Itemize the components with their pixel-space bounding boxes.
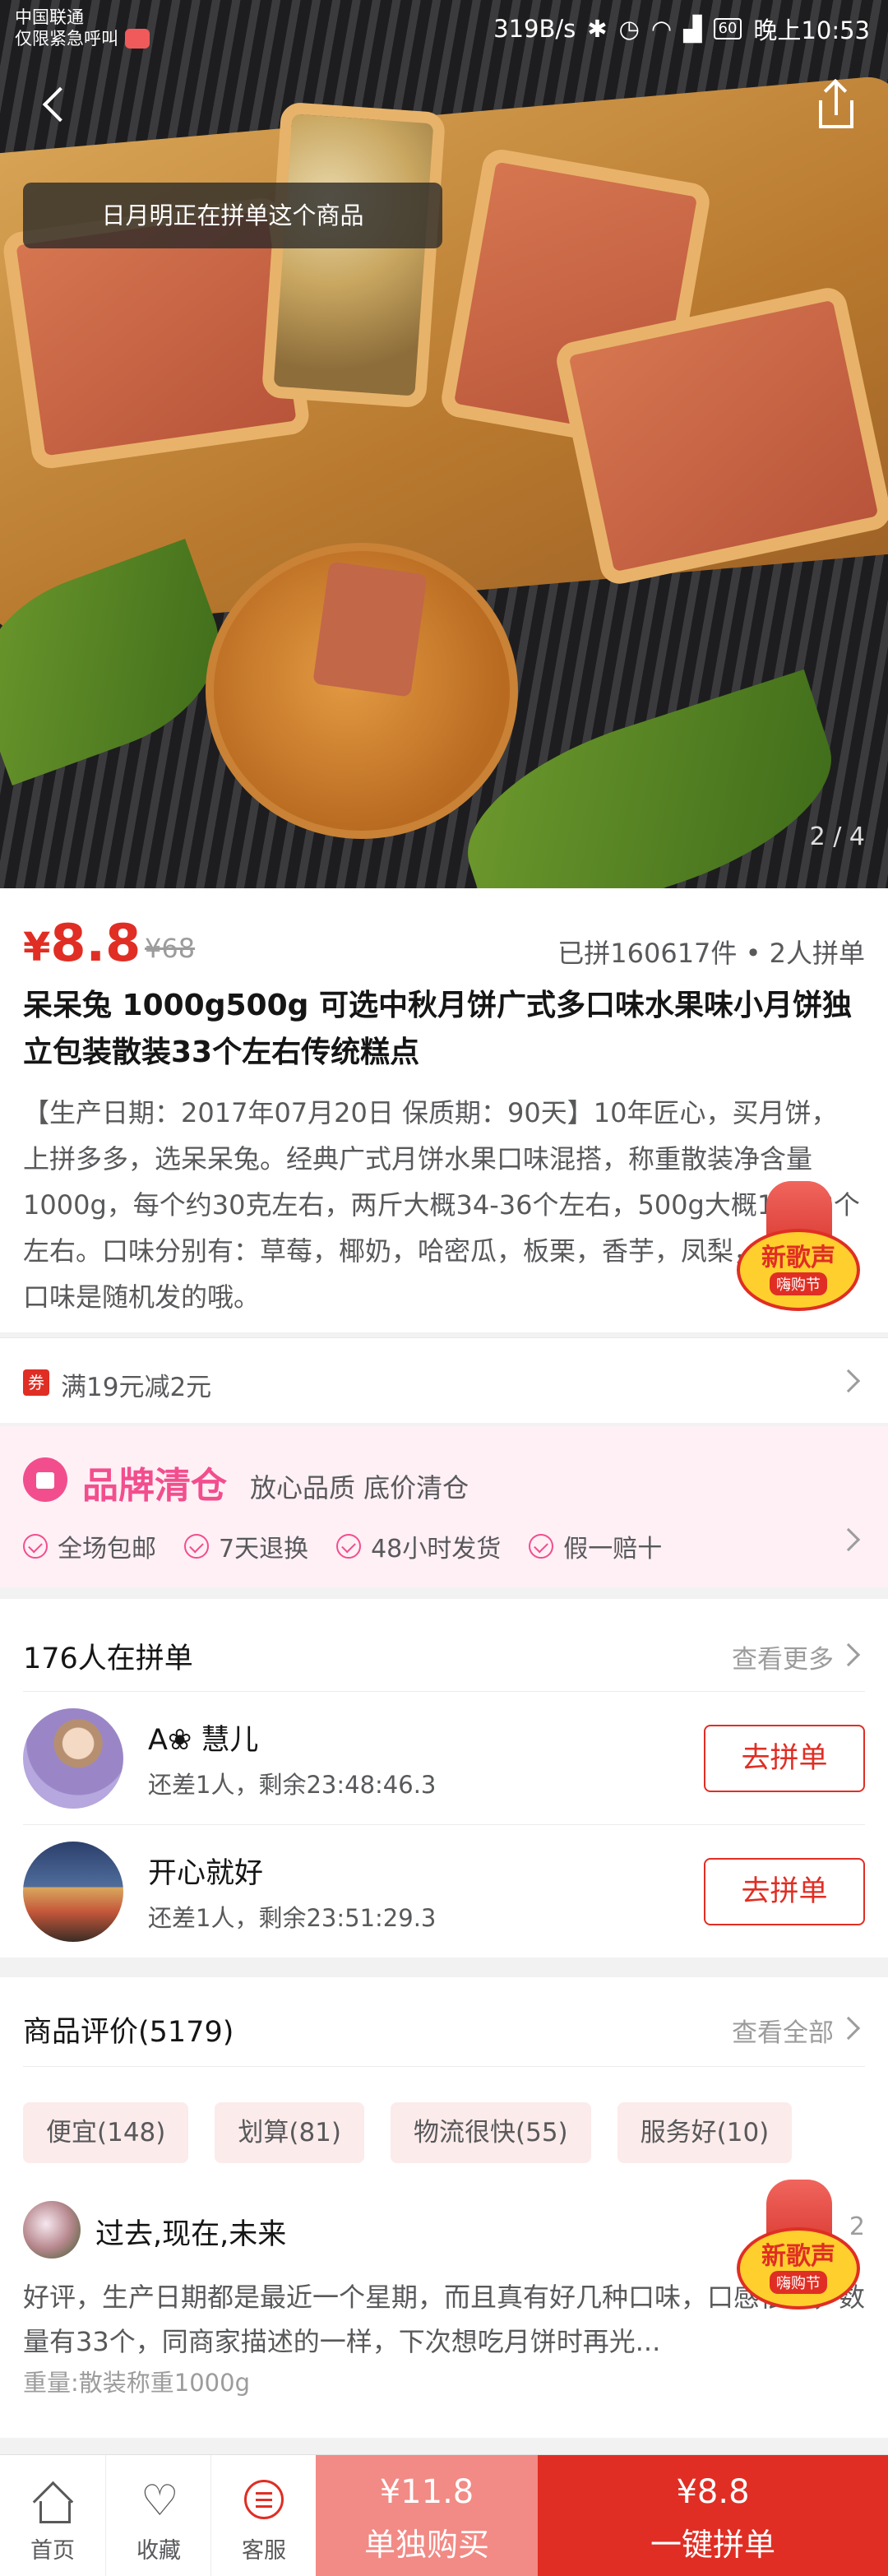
reviews-title: 商品评价(5179) [23,2016,234,2049]
feature-48h-delivery: 48小时发货 [336,1528,501,1564]
bluetooth-icon: ✱ [587,15,608,43]
bottom-action-bar: 首页 ♡ 收藏 客服 ¥11.8 单独购买 ¥8.8 一键拼单 [0,2454,888,2576]
feature-7day-return: 7天退换 [184,1528,308,1564]
carrier-name: 中国联通 [15,7,84,27]
check-circle-icon [23,1534,48,1559]
mooncake-nut-image [261,101,446,409]
group-user-name: A❀ 慧儿 [148,1724,259,1757]
coupon-icon: 券 [23,1369,49,1396]
feature-free-shipping: 全场包邮 [23,1528,156,1564]
avatar [23,1842,123,1942]
promo-float-badge[interactable]: 新歌声 嗨购节 [728,2180,868,2319]
group-row: A❀ 慧儿 还差1人，剩余23:48:46.3 去拼单 [23,1691,865,1824]
chevron-right-icon [836,1527,861,1552]
status-bar: 中国联通 仅限紧急呼叫 319B/s ✱ ◷ ◠ ▟ 60 晚上10:53 [0,0,888,56]
group-remaining: 还差1人，剩余23:48:46.3 [148,1771,437,1799]
chat-icon [244,2480,284,2519]
review-user-name: 过去,现在,未来 [95,2218,287,2251]
group-price-label: ¥8.8 [676,2473,750,2511]
nav-favorite[interactable]: ♡ 收藏 [105,2455,210,2576]
single-label: 单独购买 [363,2527,489,2563]
buy-single-button[interactable]: ¥11.8 单独购买 [316,2455,538,2576]
group-buy-button[interactable]: ¥8.8 一键拼单 [538,2455,888,2576]
brand-clearance-title: 品牌清仓 [82,1465,227,1507]
group-label: 一键拼单 [650,2527,775,2563]
coupon-text: 满19元减2元 [61,1373,212,1402]
network-speed: 319B/s [493,15,576,43]
group-remaining: 还差1人，剩余23:51:29.3 [148,1904,437,1932]
wifi-icon: ◠ [650,15,673,43]
review-spec: 重量:散装称重1000g [23,2369,250,2397]
original-price: ¥68 [145,933,196,964]
group-price: ¥8.8 [23,913,141,973]
coupon-row[interactable]: 券 满19元减2元 [0,1337,888,1423]
check-circle-icon [529,1534,554,1559]
carrier-note: 仅限紧急呼叫 [15,29,118,49]
clock: 晚上10:53 [753,16,870,44]
group-row: 开心就好 还差1人，剩余23:51:29.3 去拼单 [23,1824,865,1957]
chevron-right-icon [836,1369,861,1393]
brand-clearance-slogan: 放心品质 底价清仓 [250,1472,469,1503]
review-tag[interactable]: 划算(81) [215,2102,364,2163]
nav-home[interactable]: 首页 [0,2455,105,2576]
review-tag[interactable]: 物流很快(55) [391,2102,591,2163]
group-buy-count: 176人在拼单 [23,1642,193,1675]
heart-icon: ♡ [141,2476,179,2526]
brand-clearance-banner[interactable]: 品牌清仓 放心品质 底价清仓 全场包邮 7天退换 48小时发货 假一赔十 [0,1426,888,1587]
product-title: 呆呆兔 1000g500g 可选中秋月饼广式多口味水果味小月饼独立包装散装33个… [23,989,852,1069]
signal-icon: ▟ [683,15,702,43]
back-icon[interactable] [33,79,82,128]
review-tag[interactable]: 服务好(10) [617,2102,793,2163]
single-price: ¥11.8 [379,2473,474,2511]
chevron-right-icon[interactable] [836,1642,861,1667]
shopping-bag-icon [23,1457,67,1502]
home-icon [33,2485,72,2523]
image-counter: 2 / 4 [809,822,865,851]
sold-count: 已拼160617件 • 2人拼单 [557,938,865,969]
mooncake-whole-image [206,543,518,839]
notification-icon [125,29,150,49]
share-icon[interactable] [811,79,860,132]
avatar [23,1708,123,1809]
check-circle-icon [184,1534,209,1559]
group-user-name: 开心就好 [148,1857,264,1890]
product-page: 日月明正在拼单这个商品 2 / 4 中国联通 仅限紧急呼叫 319B/s ✱ ◷… [0,0,888,2576]
promo-float-badge[interactable]: 新歌声 嗨购节 [728,1181,868,1321]
nav-customer-service[interactable]: 客服 [210,2455,316,2576]
group-buy-section: 176人在拼单 查看更多 A❀ 慧儿 还差1人，剩余23:48:46.3 去拼单… [0,1599,888,1957]
battery-icon: 60 [713,18,742,39]
review-tag[interactable]: 便宜(148) [23,2102,189,2163]
product-image-carousel[interactable]: 日月明正在拼单这个商品 2 / 4 [0,0,888,888]
join-group-button[interactable]: 去拼单 [704,1725,865,1792]
alarm-icon: ◷ [618,15,640,43]
view-more-link[interactable]: 查看更多 [732,1638,834,1675]
group-buy-toast: 日月明正在拼单这个商品 [23,183,442,248]
avatar [23,2201,81,2259]
check-circle-icon [336,1534,362,1559]
chevron-right-icon[interactable] [836,2016,861,2041]
view-all-reviews-link[interactable]: 查看全部 [732,2012,834,2049]
feature-fake-compensation: 假一赔十 [529,1528,662,1564]
join-group-button[interactable]: 去拼单 [704,1858,865,1925]
